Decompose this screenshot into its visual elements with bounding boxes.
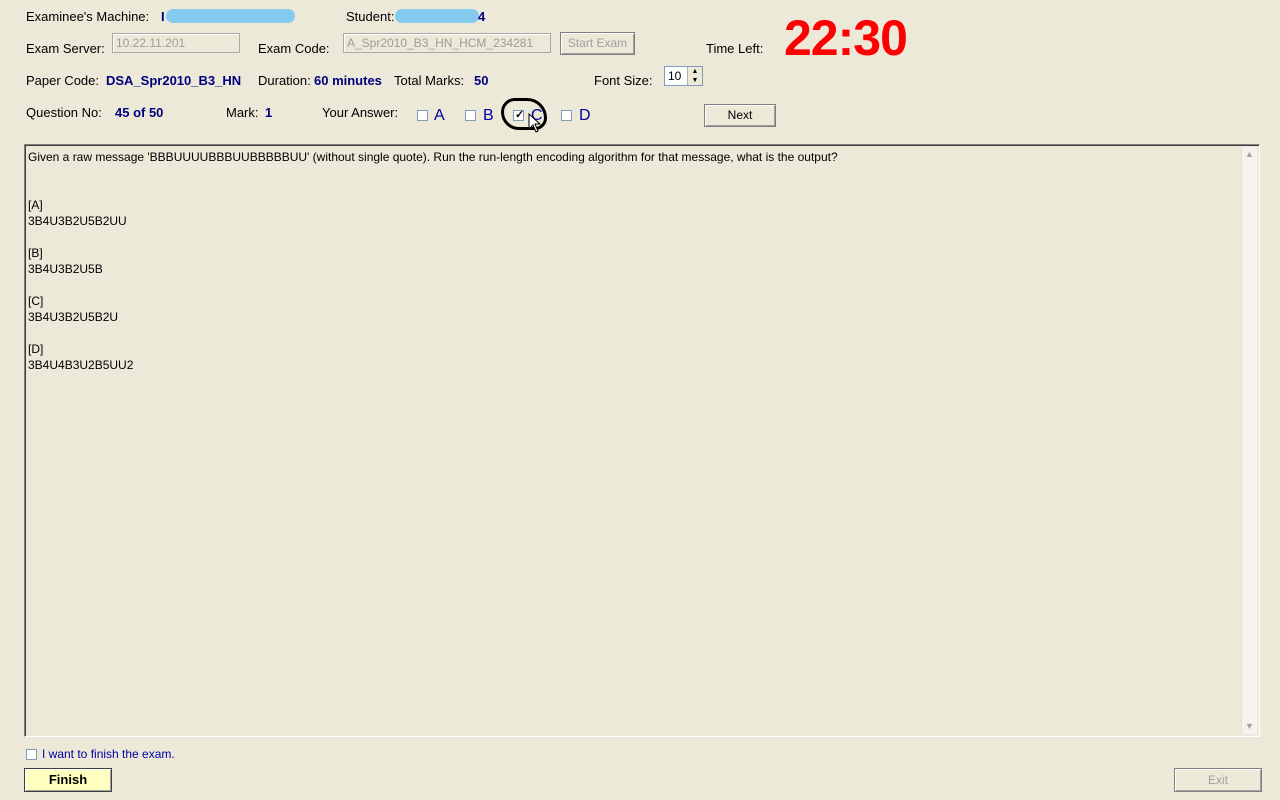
paper-code-label: Paper Code: xyxy=(26,73,99,88)
vertical-scrollbar[interactable]: ▲ ▼ xyxy=(1241,147,1257,734)
answer-tag: [C] xyxy=(28,294,44,308)
mark-value: 1 xyxy=(265,105,273,120)
redaction-blur xyxy=(166,9,295,23)
answer-option-b: [B] 3B4U3B2U5B xyxy=(28,245,103,277)
exam-code-label: Exam Code: xyxy=(258,41,330,56)
student-label: Student: xyxy=(346,9,395,24)
font-size-spinner[interactable]: 10 ▲ ▼ xyxy=(664,66,703,86)
answer-tag: [A] xyxy=(28,198,43,212)
finish-exam-checkbox[interactable] xyxy=(26,749,37,760)
start-exam-button[interactable]: Start Exam xyxy=(560,32,635,55)
font-size-value[interactable]: 10 xyxy=(668,69,681,83)
student-value: 4 xyxy=(478,9,486,24)
exit-button[interactable]: Exit xyxy=(1174,768,1262,792)
total-marks-label: Total Marks: xyxy=(394,73,465,88)
font-size-label: Font Size: xyxy=(594,73,653,88)
mark-label: Mark: xyxy=(226,105,259,120)
finish-button[interactable]: Finish xyxy=(24,768,112,792)
answer-option-d: [D] 3B4U4B3U2B5UU2 xyxy=(28,341,133,373)
answer-text: 3B4U3B2U5B2UU xyxy=(28,214,127,228)
answer-a-label[interactable]: A xyxy=(434,107,445,125)
next-button[interactable]: Next xyxy=(704,104,776,127)
scroll-down-icon[interactable]: ▼ xyxy=(1242,719,1257,734)
answer-text: 3B4U3B2U5B2U xyxy=(28,310,119,324)
your-answer-label: Your Answer: xyxy=(322,105,399,120)
question-no-label: Question No: xyxy=(26,105,102,120)
answer-tag: [D] xyxy=(28,342,44,356)
exam-server-field: 10.22.11.201 xyxy=(112,33,240,53)
exam-server-label: Exam Server: xyxy=(26,41,105,56)
duration-value: 60 minutes xyxy=(314,73,382,88)
spinner-down-icon[interactable]: ▼ xyxy=(687,76,702,85)
duration-label: Duration: xyxy=(258,73,311,88)
redaction-blur xyxy=(395,9,479,23)
question-no-value: 45 of 50 xyxy=(115,105,164,120)
total-marks-value: 50 xyxy=(474,73,489,88)
time-left-value: 22:30 xyxy=(784,10,908,66)
examinee-machine-label: Examinee's Machine: xyxy=(26,9,150,24)
answer-text: 3B4U4B3U2B5UU2 xyxy=(28,358,134,372)
answer-text: 3B4U3B2U5B xyxy=(28,262,103,276)
exam-code-field: A_Spr2010_B3_HN_HCM_234281 xyxy=(343,33,551,53)
answer-tag: [B] xyxy=(28,246,43,260)
answer-d-checkbox[interactable] xyxy=(561,110,572,121)
mouse-cursor-icon xyxy=(528,113,542,133)
answer-option-c: [C] 3B4U3B2U5B2U xyxy=(28,293,118,325)
examinee-machine-value: I xyxy=(161,9,165,24)
paper-code-value: DSA_Spr2010_B3_HN xyxy=(106,73,242,88)
scroll-up-icon[interactable]: ▲ xyxy=(1242,147,1257,162)
question-panel[interactable]: Given a raw message 'BBBUUUUBBBUUBBBBBUU… xyxy=(24,144,1260,737)
answer-option-a: [A] 3B4U3B2U5B2UU xyxy=(28,197,127,229)
answer-a-checkbox[interactable] xyxy=(417,110,428,121)
answer-b-checkbox[interactable] xyxy=(465,110,476,121)
time-left-label: Time Left: xyxy=(706,41,764,56)
answer-b-label[interactable]: B xyxy=(483,107,494,125)
question-text: Given a raw message 'BBBUUUUBBBUUBBBBBUU… xyxy=(28,150,838,164)
finish-exam-checkbox-label[interactable]: I want to finish the exam. xyxy=(42,747,175,761)
answer-d-label[interactable]: D xyxy=(579,107,591,125)
